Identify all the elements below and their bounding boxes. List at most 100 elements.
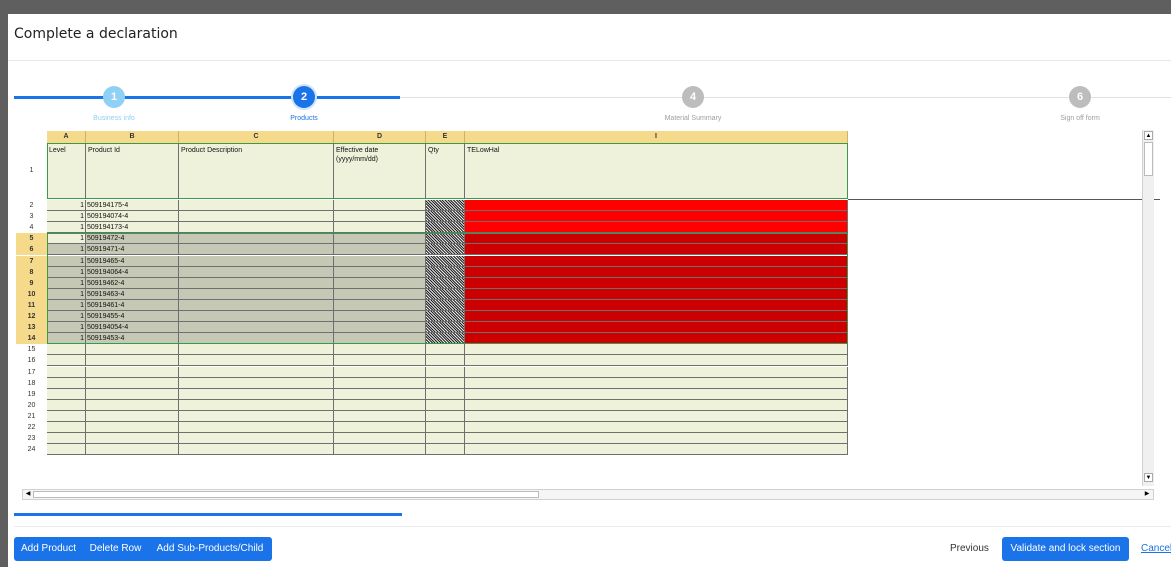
table-cell[interactable] [179, 444, 334, 456]
table-cell[interactable] [86, 377, 179, 389]
table-cell[interactable] [465, 399, 848, 411]
table-cell[interactable] [426, 366, 465, 378]
table-cell[interactable]: 509194173-4 [86, 222, 179, 234]
table-cell[interactable] [334, 233, 426, 245]
table-cell[interactable] [426, 233, 465, 245]
table-cell[interactable] [465, 422, 848, 434]
table-cell[interactable]: 50919455-4 [86, 311, 179, 323]
table-cell[interactable] [334, 410, 426, 422]
table-cell[interactable] [47, 433, 86, 445]
table-cell[interactable]: 1 [47, 299, 86, 311]
table-cell[interactable] [426, 200, 465, 212]
table-cell[interactable] [179, 277, 334, 289]
table-cell[interactable] [47, 344, 86, 356]
table-cell[interactable]: 1 [47, 322, 86, 334]
column-header-c[interactable]: C [179, 131, 334, 143]
table-cell[interactable] [465, 377, 848, 389]
table-cell[interactable]: 50919471-4 [86, 244, 179, 256]
table-cell[interactable] [465, 233, 848, 245]
product-spreadsheet[interactable]: A B C D E I 1 Level Product Id Product D… [16, 130, 1160, 500]
table-cell[interactable] [334, 399, 426, 411]
horizontal-scrollbar[interactable]: ◀ ▶ [22, 489, 1154, 500]
table-cell[interactable] [465, 222, 848, 234]
table-cell[interactable] [179, 355, 334, 367]
table-cell[interactable] [179, 222, 334, 234]
table-cell[interactable] [334, 333, 426, 345]
table-cell[interactable] [86, 422, 179, 434]
table-cell[interactable]: 509194175-4 [86, 200, 179, 212]
table-cell[interactable] [179, 322, 334, 334]
table-cell[interactable] [465, 277, 848, 289]
table-cell[interactable] [179, 333, 334, 345]
table-cell[interactable]: 50919461-4 [86, 299, 179, 311]
table-cell[interactable] [179, 410, 334, 422]
table-cell[interactable] [86, 444, 179, 456]
table-cell[interactable]: 1 [47, 255, 86, 267]
table-cell[interactable]: 1 [47, 266, 86, 278]
table-cell[interactable] [465, 444, 848, 456]
table-cell[interactable] [47, 422, 86, 434]
table-cell[interactable] [179, 299, 334, 311]
table-cell[interactable] [334, 311, 426, 323]
add-sub-products-button[interactable]: Add Sub-Products/Child [148, 537, 272, 561]
table-cell[interactable] [465, 311, 848, 323]
table-cell[interactable]: 50919453-4 [86, 333, 179, 345]
table-cell[interactable] [47, 355, 86, 367]
table-cell[interactable]: 1 [47, 222, 86, 234]
table-cell[interactable] [465, 200, 848, 212]
table-cell[interactable]: 50919462-4 [86, 277, 179, 289]
table-cell[interactable] [465, 355, 848, 367]
table-cell[interactable] [47, 444, 86, 456]
table-cell[interactable] [179, 244, 334, 256]
table-cell[interactable] [465, 433, 848, 445]
table-cell[interactable] [465, 244, 848, 256]
table-cell[interactable] [465, 388, 848, 400]
table-cell[interactable] [86, 399, 179, 411]
table-cell[interactable] [179, 233, 334, 245]
table-cell[interactable] [179, 255, 334, 267]
table-cell[interactable] [426, 399, 465, 411]
table-cell[interactable] [426, 266, 465, 278]
table-cell[interactable] [334, 200, 426, 212]
table-cell[interactable]: 50919463-4 [86, 288, 179, 300]
table-cell[interactable] [334, 377, 426, 389]
step-2-circle[interactable]: 2 [293, 86, 315, 108]
table-cell[interactable]: 1 [47, 311, 86, 323]
table-cell[interactable]: 509194074-4 [86, 211, 179, 223]
table-cell[interactable] [426, 288, 465, 300]
table-cell[interactable]: 50919472-4 [86, 233, 179, 245]
table-cell[interactable] [334, 366, 426, 378]
table-cell[interactable] [179, 366, 334, 378]
vertical-scrollbar[interactable]: ▲ ▼ [1142, 130, 1154, 486]
table-cell[interactable] [334, 388, 426, 400]
table-cell[interactable] [426, 244, 465, 256]
table-cell[interactable] [179, 311, 334, 323]
table-cell[interactable] [426, 433, 465, 445]
table-cell[interactable] [426, 255, 465, 267]
table-cell[interactable] [426, 344, 465, 356]
table-cell[interactable] [179, 399, 334, 411]
table-cell[interactable]: 1 [47, 333, 86, 345]
table-cell[interactable] [334, 255, 426, 267]
table-cell[interactable] [465, 255, 848, 267]
step-1-circle[interactable]: 1 [103, 86, 125, 108]
column-header-d[interactable]: D [334, 131, 426, 143]
table-cell[interactable] [334, 422, 426, 434]
scroll-left-arrow[interactable]: ◀ [24, 491, 32, 498]
table-cell[interactable] [465, 333, 848, 345]
scroll-thumb[interactable] [1144, 142, 1153, 176]
table-cell[interactable] [179, 422, 334, 434]
table-cell[interactable] [334, 211, 426, 223]
table-cell[interactable] [426, 444, 465, 456]
cancel-link[interactable]: Cancel [1141, 543, 1171, 554]
table-cell[interactable] [334, 266, 426, 278]
table-cell[interactable] [86, 388, 179, 400]
table-cell[interactable]: 1 [47, 211, 86, 223]
table-cell[interactable] [426, 299, 465, 311]
table-cell[interactable] [179, 288, 334, 300]
table-cell[interactable] [426, 333, 465, 345]
delete-row-button[interactable]: Delete Row [83, 537, 148, 561]
table-cell[interactable] [465, 299, 848, 311]
column-header-e[interactable]: E [426, 131, 465, 143]
table-cell[interactable] [86, 433, 179, 445]
